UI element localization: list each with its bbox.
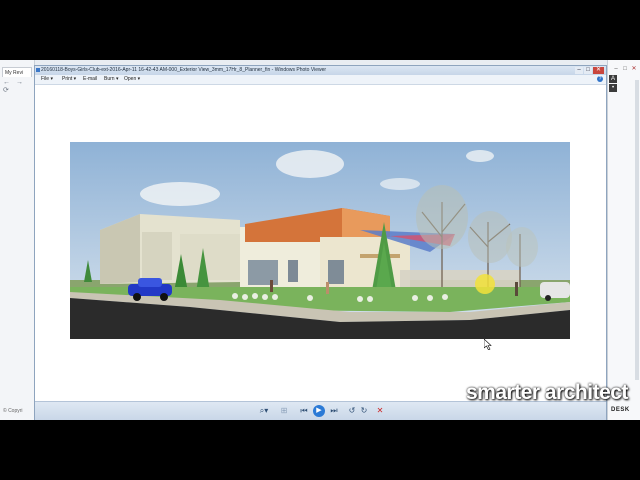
rotate-counterclockwise-icon[interactable]: ↺: [347, 406, 357, 416]
menu-bar: File ▾ Print ▾ E-mail Burn ▾ Open ▾ ?: [35, 75, 606, 85]
menu-print[interactable]: Print ▾: [62, 75, 76, 84]
menu-file[interactable]: File ▾: [41, 75, 53, 84]
delete-icon[interactable]: ✕: [375, 406, 385, 416]
background-right-window: – □ ✕ A • DESK: [607, 60, 640, 420]
zoom-icon[interactable]: ⌕▾: [257, 406, 271, 416]
side-tool-icon[interactable]: •: [609, 84, 617, 92]
mouse-cursor-icon: [484, 339, 492, 350]
rotate-clockwise-icon[interactable]: ↻: [359, 406, 369, 416]
photo-viewer-app-icon: [36, 68, 40, 72]
window-controls: – □ ✕: [575, 67, 604, 74]
menu-email[interactable]: E-mail: [83, 75, 97, 84]
building-rendering-image: [70, 142, 570, 339]
next-button[interactable]: ⏭: [327, 406, 341, 416]
menu-open[interactable]: Open ▾: [124, 75, 140, 84]
side-toolbar: A •: [608, 74, 618, 93]
copyright-text: © Copyri: [3, 408, 23, 414]
menu-burn[interactable]: Burn ▾: [104, 75, 118, 84]
side-tool-icon[interactable]: A: [609, 75, 617, 83]
desktop-screen: My Revi ← → ⟳ © Copyri – □ ✕ A • DESK 20…: [0, 60, 640, 420]
browser-tab[interactable]: My Revi: [2, 67, 32, 77]
minimize-button[interactable]: –: [575, 67, 583, 74]
smarter-architect-watermark: smarter architect: [466, 381, 628, 404]
minimize-icon[interactable]: –: [612, 66, 620, 73]
background-browser-window: My Revi ← → ⟳ © Copyri: [0, 60, 35, 420]
image-canvas[interactable]: [35, 85, 606, 401]
actual-size-icon[interactable]: ⊞: [279, 406, 289, 416]
maximize-button[interactable]: □: [584, 67, 592, 74]
previous-button[interactable]: ⏮: [297, 406, 311, 416]
scrollbar[interactable]: [635, 80, 639, 380]
help-icon[interactable]: ?: [597, 76, 603, 82]
right-window-footer-text: DESK: [611, 407, 630, 413]
browser-nav-buttons[interactable]: ← → ⟳: [3, 79, 34, 94]
title-bar[interactable]: 20160118-Boys-Girls-Club-ext-2016-Apr-11…: [35, 66, 606, 75]
close-icon[interactable]: ✕: [630, 66, 638, 73]
slideshow-button[interactable]: ▶: [313, 405, 325, 417]
maximize-icon[interactable]: □: [621, 66, 629, 73]
close-button[interactable]: ✕: [593, 67, 604, 74]
window-title: 20160118-Boys-Girls-Club-ext-2016-Apr-11…: [41, 67, 327, 73]
photo-viewer-window: 20160118-Boys-Girls-Club-ext-2016-Apr-11…: [34, 65, 607, 420]
